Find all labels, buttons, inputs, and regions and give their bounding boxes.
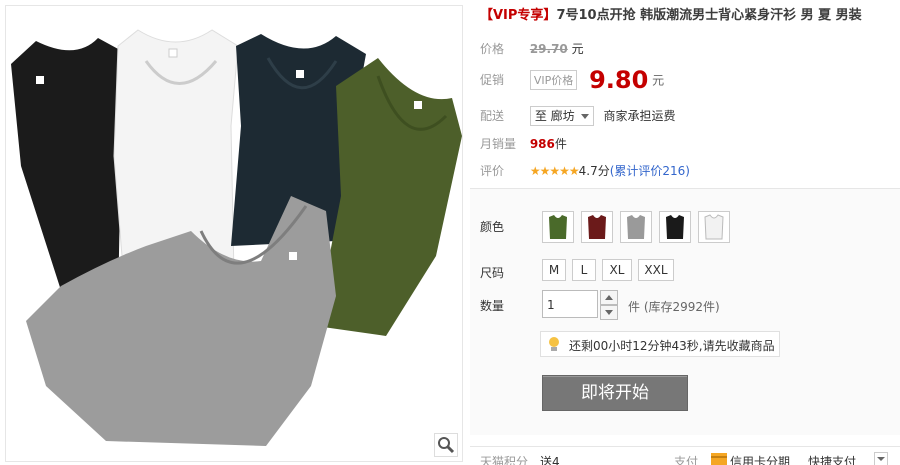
coming-soon-button[interactable]: 即将开始 [542,375,688,411]
size-option-m[interactable]: M [542,259,566,281]
countdown-text: 还剩00小时12分钟43秒,请先收藏商品 [569,339,775,353]
quick-pay[interactable]: 快捷支付 [808,453,856,465]
qty-decrease-button[interactable] [600,305,618,320]
rating-label: 评价 [480,164,505,178]
zoom-button[interactable] [434,433,458,457]
product-info: 【VIP专享】7号10点开抢 韩版潮流男士背心紧身汗衫 男 夏 男装 价格 29… [470,0,900,465]
rating-row: 评价 ★★★★★4.7分(累计评价216) [480,162,690,179]
tank-thumb-icon [627,215,645,239]
color-label: 颜色 [480,220,505,234]
credit-card-icon [711,453,727,465]
review-count-link[interactable]: (累计评价216) [610,164,690,178]
chevron-down-icon [580,114,589,119]
sales-label: 月销量 [480,137,517,151]
destination-value: 至 廊坊 [534,109,575,123]
color-swatch-white[interactable] [698,211,730,243]
shipping-note: 商家承担运费 [603,108,676,123]
rating-stars: ★★★★★ [529,164,580,178]
original-price: 29.70 [529,42,568,56]
promo-unit: 元 [652,73,665,88]
footer-row: 天猫积分 送4 支付 信用卡分期 快捷支付 [470,446,900,465]
chevron-down-icon [877,457,885,461]
promo-price: 9.80 [589,66,649,94]
tank-thumb-icon [549,215,567,239]
sales-count: 986 [529,137,555,151]
points-label: 天猫积分 [480,455,529,465]
size-option-l[interactable]: L [572,259,596,281]
vip-price-tag: VIP价格 [529,70,578,90]
size-option-xl[interactable]: XL [602,259,632,281]
tank-thumb-icon [666,215,684,239]
rating-score: 4.7分 [578,164,610,178]
price-label: 价格 [480,42,505,56]
product-title: 【VIP专享】7号10点开抢 韩版潮流男士背心紧身汗衫 男 夏 男装 [480,4,862,23]
product-image-panel [0,0,466,465]
size-option-xxl[interactable]: XXL [638,259,674,281]
product-image[interactable] [5,5,463,462]
tank-thumb-icon [704,214,724,240]
sales-unit: 件 [554,137,567,151]
size-label: 尺码 [480,266,505,280]
sales-row: 月销量 986件 [480,135,567,152]
magnifier-icon [438,437,455,454]
color-swatch-burgundy[interactable] [581,211,613,243]
tank-thumb-icon [588,215,606,239]
destination-select[interactable]: 至 廊坊 [529,106,594,126]
expand-toggle[interactable] [874,452,888,465]
lightbulb-icon [549,337,559,351]
tank-tops-illustration [11,29,462,446]
qty-label: 数量 [480,299,505,313]
quantity-input[interactable]: 1 [542,290,598,318]
promo-label: 促销 [480,72,505,87]
points-value: 送4 [540,455,560,465]
price-row: 价格 29.70 元 [480,40,584,57]
promo-row: 促销 VIP价格 9.80 元 [480,66,664,94]
chevron-up-icon [605,295,613,300]
color-swatch-gray[interactable] [620,211,652,243]
color-swatch-green[interactable] [542,211,574,243]
title-text: 7号10点开抢 韩版潮流男士背心紧身汗衫 男 夏 男装 [556,8,862,23]
card-installment[interactable]: 信用卡分期 [730,453,790,465]
shipping-label: 配送 [480,108,505,123]
pay-label: 支付 [674,455,699,465]
chevron-down-icon [605,310,613,315]
countdown-tip: 还剩00小时12分钟43秒,请先收藏商品 [540,331,780,357]
shipping-row: 配送 至 廊坊 商家承担运费 [480,106,676,126]
price-unit: 元 [571,42,584,56]
qty-increase-button[interactable] [600,290,618,305]
stock-text: 件 (库存2992件) [628,300,720,314]
vip-prefix: 【VIP专享】 [480,8,557,23]
color-swatch-black[interactable] [659,211,691,243]
